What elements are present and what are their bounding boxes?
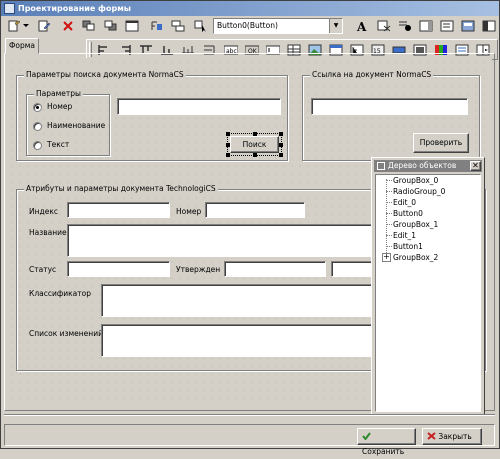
- resize-handle[interactable]: [279, 153, 283, 157]
- link-group-title: Ссылка на документ NormaCS: [310, 70, 434, 79]
- resize-handle[interactable]: [226, 132, 230, 136]
- component-combo-value: Button0(Button): [217, 21, 278, 30]
- approved-date-field[interactable]: [331, 261, 372, 277]
- bring-front-icon[interactable]: [80, 17, 98, 35]
- tree-connector: [386, 180, 392, 181]
- tree-node[interactable]: GroupBox_2: [393, 253, 438, 262]
- params-radio-title: Параметры: [34, 89, 83, 98]
- tree-node[interactable]: Edit_0: [393, 198, 416, 207]
- radio-name-label: Наименование: [47, 121, 106, 130]
- attributes-group-title: Атрибуты и параметры документа Technolog…: [24, 184, 218, 193]
- panel-tool-icon[interactable]: [459, 17, 477, 35]
- expand-icon[interactable]: +: [382, 253, 391, 262]
- object-tree-window[interactable]: Дерево объектов ✕ GroupBox_0 RadioGroup_…: [371, 157, 485, 415]
- search-params-title: Параметры поиска документа NormaCS: [24, 70, 186, 79]
- search-button[interactable]: Поиск: [230, 136, 279, 153]
- tab-form[interactable]: Форма: [5, 38, 39, 54]
- toolbar-main: Button0(Button) ▼ A: [2, 17, 498, 37]
- tree-node[interactable]: Button1: [393, 242, 423, 251]
- app-icon: [4, 3, 15, 14]
- index-label: Индекс: [29, 207, 58, 216]
- tree-connector: [386, 191, 392, 192]
- component-combo[interactable]: Button0(Button) ▼: [213, 18, 343, 34]
- save-button-label: Сохранить: [362, 447, 405, 456]
- tree-node[interactable]: GroupBox_0: [393, 176, 438, 185]
- tree-connector: [386, 235, 392, 236]
- chevron-down-icon[interactable]: ▼: [329, 19, 342, 33]
- layout-tool-icon[interactable]: [480, 17, 498, 35]
- listbox-tool-icon[interactable]: [417, 17, 435, 35]
- number-field[interactable]: [205, 202, 305, 218]
- object-tree-title: Дерево объектов: [388, 161, 457, 170]
- status-field[interactable]: [67, 261, 170, 277]
- resize-handle[interactable]: [253, 153, 257, 157]
- tree-node[interactable]: Button0: [393, 209, 423, 218]
- window-title: Проектирование формы: [18, 4, 131, 13]
- tree-connector: [386, 213, 392, 214]
- search-input[interactable]: [117, 98, 281, 115]
- tab-order-icon[interactable]: [169, 17, 187, 35]
- radio-number[interactable]: [33, 103, 42, 112]
- memo-tool-icon[interactable]: [438, 17, 456, 35]
- select-icon[interactable]: [192, 17, 210, 35]
- window-icon[interactable]: [123, 17, 141, 35]
- link-input[interactable]: [311, 98, 468, 115]
- name-field[interactable]: [67, 224, 372, 257]
- checkmark-icon: [362, 432, 371, 441]
- svg-text:A: A: [356, 20, 367, 32]
- send-back-icon[interactable]: [102, 17, 120, 35]
- name-label: Название: [29, 228, 67, 237]
- classifier-field[interactable]: [101, 284, 372, 317]
- check-button[interactable]: Проверить: [413, 133, 469, 153]
- tree-node[interactable]: Edit_1: [393, 231, 416, 240]
- status-label: Статус: [29, 265, 57, 274]
- check-button-label: Проверить: [419, 138, 463, 147]
- align-icon[interactable]: [148, 17, 166, 35]
- tree-node[interactable]: RadioGroup_0: [393, 187, 445, 196]
- font-icon[interactable]: A: [353, 17, 371, 35]
- approved-field[interactable]: [224, 261, 326, 277]
- search-button-label: Поиск: [242, 140, 267, 149]
- resize-handle[interactable]: [279, 132, 283, 136]
- close-button-label: Закрыть: [438, 432, 472, 441]
- changes-label: Список изменений: [29, 329, 103, 338]
- radio-text-label: Текст: [47, 140, 70, 149]
- tree-connector: [386, 202, 392, 203]
- clear-format-icon[interactable]: [375, 17, 393, 35]
- object-tree-titlebar[interactable]: Дерево объектов ✕: [374, 160, 482, 172]
- save-button[interactable]: Сохранить: [357, 428, 416, 456]
- index-field[interactable]: [67, 202, 170, 218]
- tree-window-icon: [377, 162, 385, 170]
- close-button[interactable]: Закрыть: [422, 428, 482, 445]
- resize-handle[interactable]: [226, 153, 230, 157]
- tree-connector: [386, 246, 392, 247]
- radio-text[interactable]: [33, 141, 42, 150]
- tree-connector: [386, 224, 392, 225]
- status-strip: [4, 414, 495, 422]
- title-bar[interactable]: Проектирование формы: [1, 1, 499, 16]
- radio-tool-icon[interactable]: [396, 17, 414, 35]
- changes-field[interactable]: [101, 324, 372, 357]
- radio-name[interactable]: [33, 122, 42, 131]
- classifier-label: Классификатор: [29, 289, 91, 298]
- resize-handle[interactable]: [226, 143, 230, 147]
- tree-node[interactable]: GroupBox_1: [393, 220, 438, 229]
- search-button-selected[interactable]: Поиск: [226, 132, 283, 157]
- number-label: Номер: [176, 207, 202, 216]
- x-mark-icon: [427, 432, 436, 440]
- resize-handle[interactable]: [279, 143, 283, 147]
- approved-label: Утвержден: [176, 265, 221, 274]
- resize-handle[interactable]: [253, 132, 257, 136]
- dropdown-arrow-icon[interactable]: [21, 17, 31, 35]
- radio-number-label: Номер: [47, 102, 73, 111]
- close-icon[interactable]: ✕: [470, 161, 481, 171]
- object-tree-body[interactable]: GroupBox_0 RadioGroup_0 Edit_0 Button0 G…: [375, 174, 481, 412]
- delete-icon[interactable]: [59, 17, 77, 35]
- edit-form-icon[interactable]: [35, 17, 53, 35]
